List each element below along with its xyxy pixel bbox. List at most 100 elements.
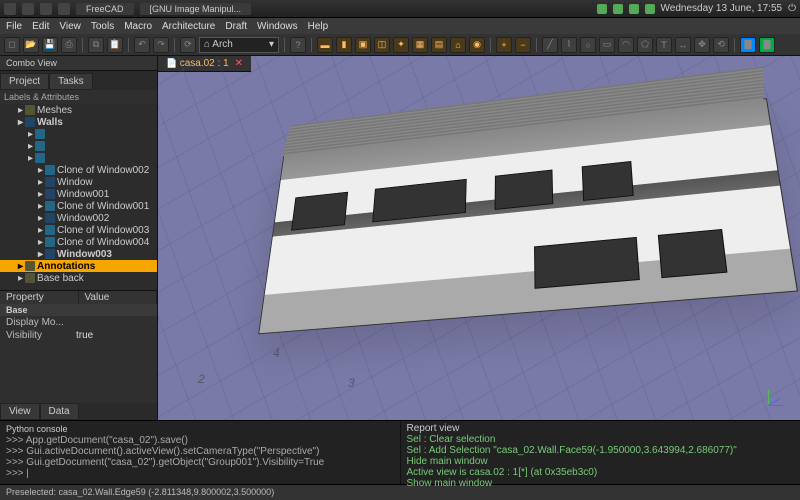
app-launcher-icon[interactable] [40, 3, 52, 15]
separator [490, 38, 491, 52]
prop-row[interactable]: Visibilitytrue [0, 329, 157, 342]
separator [536, 38, 537, 52]
menu-macro[interactable]: Macro [124, 21, 152, 32]
paste-icon[interactable]: 📋 [107, 37, 123, 53]
report-line: Hide main window [407, 456, 795, 467]
draft-circle-icon[interactable]: ○ [580, 37, 596, 53]
menu-tools[interactable]: Tools [91, 21, 114, 32]
draft-text-icon[interactable]: T [656, 37, 672, 53]
draft-dim-icon[interactable]: ↔ [675, 37, 691, 53]
python-console[interactable]: Python console >>> App.getDocument("casa… [0, 421, 401, 484]
tab-data[interactable]: Data [40, 403, 79, 420]
separator [734, 38, 735, 52]
new-icon[interactable]: ◻ [4, 37, 20, 53]
draft-arc-icon[interactable]: ◠ [618, 37, 634, 53]
tab-view[interactable]: View [0, 403, 40, 420]
report-view[interactable]: Report view Sel : Clear selection Sel : … [401, 421, 800, 484]
tray-icon[interactable] [645, 4, 655, 14]
arch-add-icon[interactable]: + [496, 37, 512, 53]
tree-item[interactable]: ▸Window001 [0, 188, 157, 200]
menu-edit[interactable]: Edit [32, 21, 49, 32]
arch-floor-icon[interactable]: ▤ [431, 37, 447, 53]
whatsthis-icon[interactable]: ? [290, 37, 306, 53]
copy-icon[interactable]: ⧉ [88, 37, 104, 53]
menu-windows[interactable]: Windows [257, 21, 298, 32]
os-menu-icon[interactable] [4, 3, 16, 15]
tree-item[interactable]: ▸Base back [0, 272, 157, 284]
model-tree[interactable]: ▸Meshes▸Walls▸▸▸▸Clone of Window002▸Wind… [0, 104, 157, 290]
separator [311, 38, 312, 52]
axis-label: 4 [273, 346, 280, 360]
arch-wall-icon[interactable]: ▬ [317, 37, 333, 53]
tray-icon[interactable] [597, 4, 607, 14]
tree-item[interactable]: ▸Meshes [0, 104, 157, 116]
toolbar: ◻ 📂 💾 ⎙ ⧉ 📋 ↶ ↷ ⟳ ⌂ Arch▾ ? ▬ ▮ ▣ ◫ ✦ ▦ … [0, 34, 800, 56]
save-icon[interactable]: 💾 [42, 37, 58, 53]
draft-rect-icon[interactable]: ▭ [599, 37, 615, 53]
tree-item[interactable]: ▸Window [0, 176, 157, 188]
menu-help[interactable]: Help [308, 21, 329, 32]
arch-struct-icon[interactable]: ▮ [336, 37, 352, 53]
combo-view: Combo View Project Tasks Labels & Attrib… [0, 56, 158, 420]
console-title: Python console [6, 423, 394, 435]
workbench-selector[interactable]: ⌂ Arch▾ [199, 37, 279, 53]
tab-tasks[interactable]: Tasks [49, 73, 93, 90]
taskbar-app-freecad[interactable]: FreeCAD [76, 3, 134, 15]
console-line: >>> | [6, 468, 394, 479]
open-icon[interactable]: 📂 [23, 37, 39, 53]
draft-line-icon[interactable]: ╱ [542, 37, 558, 53]
prop-row[interactable]: Display Mo... [0, 316, 157, 329]
draft-poly-icon[interactable]: ⬠ [637, 37, 653, 53]
arch-building-icon[interactable]: ⌂ [450, 37, 466, 53]
tree-item[interactable]: ▸Annotations [0, 260, 157, 272]
color2-icon[interactable]: ▇ [759, 37, 775, 53]
tree-item[interactable]: ▸ [0, 152, 157, 164]
tree-item[interactable]: ▸Window002 [0, 212, 157, 224]
arch-remove-icon[interactable]: − [515, 37, 531, 53]
redo-icon[interactable]: ↷ [153, 37, 169, 53]
tree-item[interactable]: ▸Clone of Window003 [0, 224, 157, 236]
separator [128, 38, 129, 52]
arch-window-icon[interactable]: ◫ [374, 37, 390, 53]
tree-item[interactable]: ▸Clone of Window004 [0, 236, 157, 248]
tree-item[interactable]: ▸Window003 [0, 248, 157, 260]
tray-icon[interactable] [613, 4, 623, 14]
taskbar-app-gimp[interactable]: [GNU Image Manipul... [140, 3, 252, 15]
report-title: Report view [407, 423, 795, 434]
refresh-icon[interactable]: ⟳ [180, 37, 196, 53]
app-launcher-icon[interactable] [58, 3, 70, 15]
draft-rotate-icon[interactable]: ⟲ [713, 37, 729, 53]
tree-item[interactable]: ▸ [0, 128, 157, 140]
color-icon[interactable]: ▇ [740, 37, 756, 53]
arch-site-icon[interactable]: ◉ [469, 37, 485, 53]
report-line: Sel : Clear selection [407, 434, 795, 445]
draft-wire-icon[interactable]: ⌇ [561, 37, 577, 53]
arch-cell-icon[interactable]: ▣ [355, 37, 371, 53]
print-icon[interactable]: ⎙ [61, 37, 77, 53]
report-line: Active view is casa.02 : 1[*] (at 0x35eb… [407, 467, 795, 478]
clock[interactable]: Wednesday 13 June, 17:55 [661, 3, 783, 14]
menu-file[interactable]: File [6, 21, 22, 32]
console-line: >>> Gui.activeDocument().activeView().se… [6, 446, 394, 457]
arch-axis-icon[interactable]: ✦ [393, 37, 409, 53]
axis-label: 2 [198, 372, 205, 386]
draft-move-icon[interactable]: ✥ [694, 37, 710, 53]
app-launcher-icon[interactable] [22, 3, 34, 15]
tray-icon[interactable] [629, 4, 639, 14]
menu-draft[interactable]: Draft [225, 21, 247, 32]
logout-icon[interactable]: ⏻ [788, 3, 796, 14]
menu-architecture[interactable]: Architecture [162, 21, 215, 32]
tree-item[interactable]: ▸Walls [0, 116, 157, 128]
tree-item[interactable]: ▸ [0, 140, 157, 152]
tab-project[interactable]: Project [0, 73, 49, 90]
axis-indicator [762, 382, 792, 412]
undo-icon[interactable]: ↶ [134, 37, 150, 53]
arch-section-icon[interactable]: ▦ [412, 37, 428, 53]
report-line: Sel : Add Selection "casa_02.Wall.Face59… [407, 445, 795, 456]
menu-view[interactable]: View [59, 21, 81, 32]
3d-viewport[interactable]: 📄 casa.02 : 1✕ 4 3 2 [158, 56, 800, 420]
combo-title: Combo View [0, 56, 157, 71]
tree-item[interactable]: ▸Clone of Window001 [0, 200, 157, 212]
console-line: >>> Gui.getDocument("casa_02").getObject… [6, 457, 394, 468]
tree-item[interactable]: ▸Clone of Window002 [0, 164, 157, 176]
